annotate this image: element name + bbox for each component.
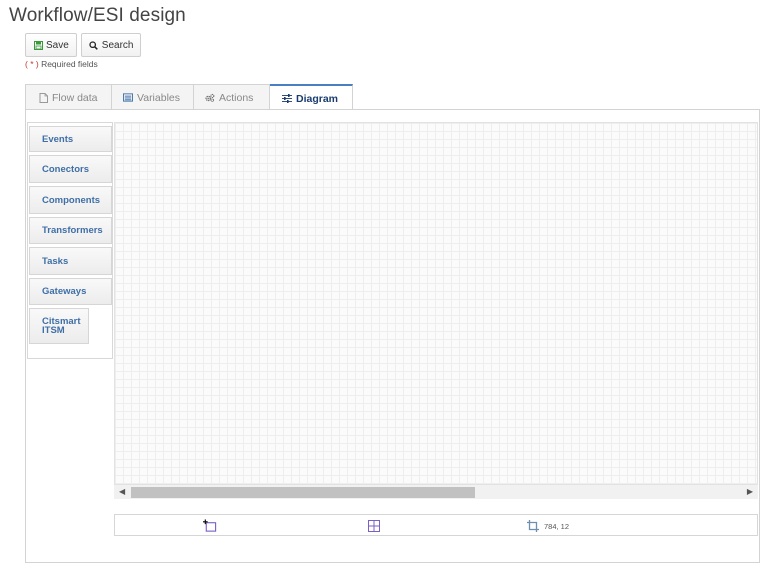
gears-icon — [205, 93, 215, 103]
palette-item-label: Conectors — [42, 163, 89, 175]
save-button[interactable]: Save — [25, 33, 77, 57]
scroll-left-arrow-icon[interactable]: ◀ — [119, 487, 125, 496]
list-icon — [123, 93, 133, 103]
tab-diagram-label: Diagram — [296, 92, 339, 105]
tab-flow-data[interactable]: Flow data — [25, 84, 112, 110]
cursor-coordinates: 784, 12 — [544, 522, 570, 531]
palette-item-label: Tasks — [42, 255, 69, 267]
tab-flow-data-label: Flow data — [52, 91, 98, 104]
palette-item-tasks[interactable]: Tasks — [29, 247, 112, 275]
palette-item-label: Gateways — [42, 286, 87, 297]
diagram-statusbar: 784, 12 — [114, 514, 758, 536]
sliders-icon — [282, 94, 292, 104]
search-icon — [89, 40, 99, 50]
tab-variables-label: Variables — [137, 91, 180, 104]
palette-item-transformers[interactable]: Transformers — [29, 217, 112, 244]
document-icon — [38, 92, 48, 103]
scroll-right-arrow-icon[interactable]: ▶ — [747, 487, 753, 496]
tab-diagram[interactable]: Diagram — [270, 84, 353, 111]
search-button[interactable]: Search — [80, 33, 142, 57]
save-button-label: Save — [46, 39, 69, 51]
toolbar: Save Search — [25, 33, 142, 57]
grid-icon[interactable] — [367, 519, 381, 533]
scrollbar-thumb[interactable] — [131, 487, 475, 498]
add-shape-icon[interactable] — [203, 519, 217, 533]
required-note-text: Required fields — [38, 59, 98, 69]
palette-item-components[interactable]: Components — [29, 186, 112, 214]
palette-item-label: Citsmart ITSM — [42, 316, 81, 336]
tab-actions[interactable]: Actions — [194, 84, 270, 110]
palette-item-label: Components — [42, 194, 101, 206]
tab-actions-label: Actions — [219, 91, 254, 104]
page-title: Workflow/ESI design — [9, 5, 186, 26]
palette-item-label: Transformers — [42, 225, 103, 236]
required-fields-note: ( * ) Required fields — [25, 59, 98, 69]
palette-item-gateways[interactable]: Gateways — [29, 278, 112, 305]
palette-item-label: Events — [42, 133, 74, 145]
crop-coordinates-icon — [526, 519, 540, 533]
palette-item-conectors[interactable]: Conectors — [29, 155, 112, 183]
horizontal-scrollbar[interactable]: ◀ ▶ — [114, 485, 758, 499]
tab-variables[interactable]: Variables — [112, 84, 194, 110]
palette-item-events[interactable]: Events — [29, 126, 112, 152]
search-button-label: Search — [101, 39, 134, 51]
diagram-canvas[interactable] — [114, 122, 758, 485]
palette-item-citsmart-itsm[interactable]: Citsmart ITSM — [29, 308, 89, 344]
required-star: ( * ) — [25, 59, 39, 69]
tab-bar: Flow data Variables Actions Diagram — [25, 84, 353, 111]
element-palette: Events Conectors Components Transformers… — [27, 122, 113, 359]
floppy-disk-icon — [33, 40, 43, 50]
